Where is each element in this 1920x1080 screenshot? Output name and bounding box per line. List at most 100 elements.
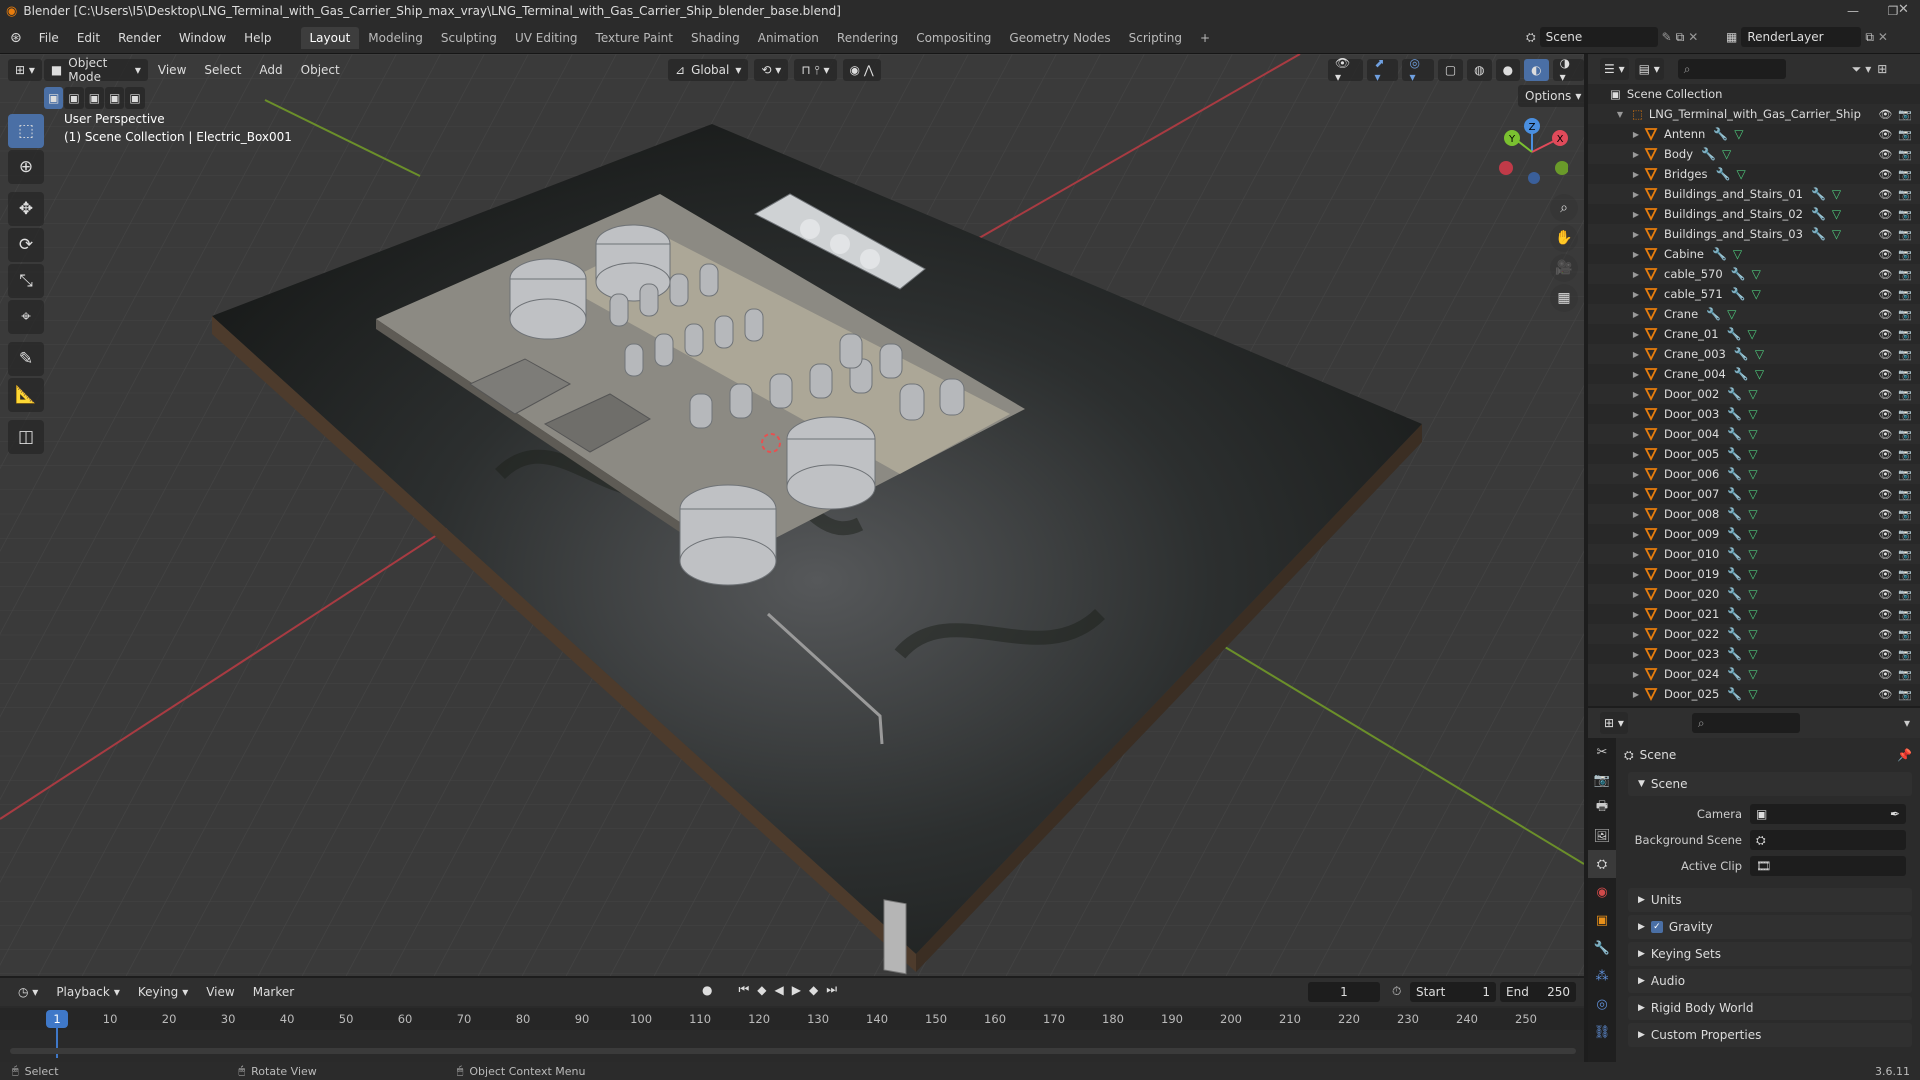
- outliner-object-row[interactable]: ▶ Door_020 🔧 ▽ 👁 📷: [1588, 584, 1920, 604]
- keying-sets-panel-header[interactable]: ▶ Keying Sets: [1628, 942, 1912, 966]
- timeline-editor[interactable]: ◷ ▾ Playback ▾ Keying ▾ View Marker ● ⏮ ◆ …: [0, 978, 1584, 1062]
- visibility-eye-icon[interactable]: 👁: [1878, 108, 1892, 121]
- outliner-panel[interactable]: ☰ ▾ ▤ ▾ ⌕ ⏷ ▾ ⊞ ▣ Scene Collection ▼ ⬚ L…: [1588, 54, 1920, 706]
- outliner-object-row[interactable]: ▶ Door_006 🔧 ▽ 👁 📷: [1588, 464, 1920, 484]
- modifier-wrench-icon[interactable]: 🔧: [1727, 547, 1742, 561]
- cursor-tool-icon[interactable]: ⊕: [8, 150, 44, 184]
- render-camera-icon[interactable]: 📷: [1898, 268, 1912, 281]
- render-camera-icon[interactable]: 📷: [1898, 348, 1912, 361]
- delete-scene-icon[interactable]: ✕: [1688, 30, 1698, 44]
- tab-sculpting[interactable]: Sculpting: [432, 27, 506, 49]
- units-panel-header[interactable]: ▶ Units: [1628, 888, 1912, 912]
- start-frame-field[interactable]: Start 1: [1410, 982, 1496, 1002]
- tab-texture-paint[interactable]: Texture Paint: [587, 27, 682, 49]
- render-camera-icon[interactable]: 📷: [1898, 328, 1912, 341]
- mesh-data-icon[interactable]: ▽: [1832, 227, 1841, 241]
- outliner-object-row[interactable]: ▶ Buildings_and_Stairs_02 🔧 ▽ 👁 📷: [1588, 204, 1920, 224]
- mesh-data-icon[interactable]: ▽: [1748, 567, 1757, 581]
- mesh-data-icon[interactable]: ▽: [1748, 447, 1757, 461]
- xray-icon[interactable]: ▢: [1437, 59, 1464, 81]
- visibility-eye-icon[interactable]: 👁: [1878, 568, 1892, 581]
- render-camera-icon[interactable]: 📷: [1898, 448, 1912, 461]
- visibility-eye-icon[interactable]: 👁: [1878, 588, 1892, 601]
- expand-triangle-icon[interactable]: ▶: [1630, 630, 1642, 639]
- pan-hand-icon[interactable]: ✋: [1550, 224, 1578, 252]
- outliner-object-row[interactable]: ▶ Door_003 🔧 ▽ 👁 📷: [1588, 404, 1920, 424]
- mesh-data-icon[interactable]: ▽: [1748, 427, 1757, 441]
- expand-triangle-icon[interactable]: ▶: [1630, 570, 1642, 579]
- mesh-data-icon[interactable]: ▽: [1752, 287, 1761, 301]
- select-box-tool-icon[interactable]: ⬚: [8, 114, 44, 148]
- mesh-data-icon[interactable]: ▽: [1748, 607, 1757, 621]
- visibility-eye-icon[interactable]: 👁: [1878, 308, 1892, 321]
- mesh-data-icon[interactable]: ▽: [1733, 247, 1742, 261]
- expand-triangle-icon[interactable]: ▶: [1630, 290, 1642, 299]
- visibility-eye-icon[interactable]: 👁: [1878, 168, 1892, 181]
- mesh-data-icon[interactable]: ▽: [1748, 547, 1757, 561]
- expand-triangle-icon[interactable]: ▶: [1630, 190, 1642, 199]
- timeline-editor-type-icon[interactable]: ◷ ▾: [10, 981, 46, 1003]
- jump-end-icon[interactable]: ⏭: [826, 982, 837, 997]
- jump-keyframe-back-icon[interactable]: ◆: [757, 983, 766, 997]
- menu-view[interactable]: View: [150, 59, 194, 81]
- menu-object[interactable]: Object: [293, 59, 348, 81]
- outliner-object-row[interactable]: ▶ Door_004 🔧 ▽ 👁 📷: [1588, 424, 1920, 444]
- rendered-shading-icon[interactable]: ◑ ▾: [1552, 56, 1584, 84]
- expand-triangle-icon[interactable]: ▶: [1630, 210, 1642, 219]
- measure-tool-icon[interactable]: 📐: [8, 378, 44, 412]
- visibility-eye-icon[interactable]: 👁: [1878, 548, 1892, 561]
- modifier-wrench-icon[interactable]: 🔧: [1713, 127, 1728, 141]
- visibility-eye-icon[interactable]: 👁: [1878, 688, 1892, 701]
- render-camera-icon[interactable]: 📷: [1898, 288, 1912, 301]
- render-camera-icon[interactable]: 📷: [1898, 108, 1912, 121]
- expand-triangle-icon[interactable]: ▶: [1630, 350, 1642, 359]
- material-shading-icon[interactable]: ◐: [1524, 59, 1549, 81]
- render-camera-icon[interactable]: 📷: [1898, 388, 1912, 401]
- expand-triangle-icon[interactable]: ▶: [1630, 170, 1642, 179]
- proportional-edit-icon[interactable]: ◉ ⋀: [842, 59, 881, 81]
- mesh-data-icon[interactable]: ▽: [1734, 127, 1743, 141]
- mesh-data-icon[interactable]: ▽: [1748, 627, 1757, 641]
- tool-tab-icon[interactable]: ✂: [1588, 738, 1616, 766]
- modifier-wrench-icon[interactable]: 🔧: [1727, 587, 1742, 601]
- modifier-wrench-icon[interactable]: 🔧: [1727, 407, 1742, 421]
- expand-triangle-icon[interactable]: ▶: [1630, 430, 1642, 439]
- outliner-object-row[interactable]: ▶ Bridges 🔧 ▽ 👁 📷: [1588, 164, 1920, 184]
- visibility-eye-icon[interactable]: 👁: [1878, 628, 1892, 641]
- solid-shading-icon[interactable]: ●: [1495, 59, 1521, 81]
- new-collection-icon[interactable]: ⊞: [1877, 62, 1887, 76]
- visibility-eye-icon[interactable]: 👁: [1878, 448, 1892, 461]
- menu-timeline-view[interactable]: View: [198, 981, 242, 1003]
- outliner-object-row[interactable]: ▶ Door_022 🔧 ▽ 👁 📷: [1588, 624, 1920, 644]
- outliner-object-row[interactable]: ▶ Buildings_and_Stairs_01 🔧 ▽ 👁 📷: [1588, 184, 1920, 204]
- render-camera-icon[interactable]: 📷: [1898, 428, 1912, 441]
- modifier-wrench-icon[interactable]: 🔧: [1727, 527, 1742, 541]
- pivot-point-icon[interactable]: ⟲ ▾: [754, 59, 789, 81]
- mesh-data-icon[interactable]: ▽: [1748, 647, 1757, 661]
- tab-modeling[interactable]: Modeling: [359, 27, 432, 49]
- mesh-data-icon[interactable]: ▽: [1748, 667, 1757, 681]
- visibility-eye-icon[interactable]: 👁: [1878, 348, 1892, 361]
- select-extend-icon[interactable]: ▣: [64, 87, 84, 109]
- render-camera-icon[interactable]: 📷: [1898, 168, 1912, 181]
- outliner-object-row[interactable]: ▶ Crane_01 🔧 ▽ 👁 📷: [1588, 324, 1920, 344]
- mesh-data-icon[interactable]: ▽: [1748, 527, 1757, 541]
- visibility-icon[interactable]: 👁 ▾: [1328, 56, 1364, 84]
- visibility-eye-icon[interactable]: 👁: [1878, 368, 1892, 381]
- options-chevron-icon[interactable]: ▾: [1904, 716, 1910, 730]
- editor-type-button[interactable]: ⊞ ▾: [8, 59, 42, 81]
- mesh-data-icon[interactable]: ▽: [1748, 327, 1757, 341]
- render-camera-icon[interactable]: 📷: [1898, 128, 1912, 141]
- expand-triangle-icon[interactable]: ▶: [1630, 130, 1642, 139]
- render-camera-icon[interactable]: 📷: [1898, 148, 1912, 161]
- outliner-object-row[interactable]: ▶ Door_005 🔧 ▽ 👁 📷: [1588, 444, 1920, 464]
- tab-compositing[interactable]: Compositing: [907, 27, 1000, 49]
- properties-editor-type-icon[interactable]: ⊞ ▾: [1600, 712, 1628, 734]
- menu-render[interactable]: Render: [109, 27, 170, 49]
- visibility-eye-icon[interactable]: 👁: [1878, 288, 1892, 301]
- visibility-eye-icon[interactable]: 👁: [1878, 608, 1892, 621]
- mesh-data-icon[interactable]: ▽: [1722, 147, 1731, 161]
- outliner-object-row[interactable]: ▶ Crane_004 🔧 ▽ 👁 📷: [1588, 364, 1920, 384]
- mesh-data-icon[interactable]: ▽: [1755, 367, 1764, 381]
- outliner-object-row[interactable]: ▶ Door_008 🔧 ▽ 👁 📷: [1588, 504, 1920, 524]
